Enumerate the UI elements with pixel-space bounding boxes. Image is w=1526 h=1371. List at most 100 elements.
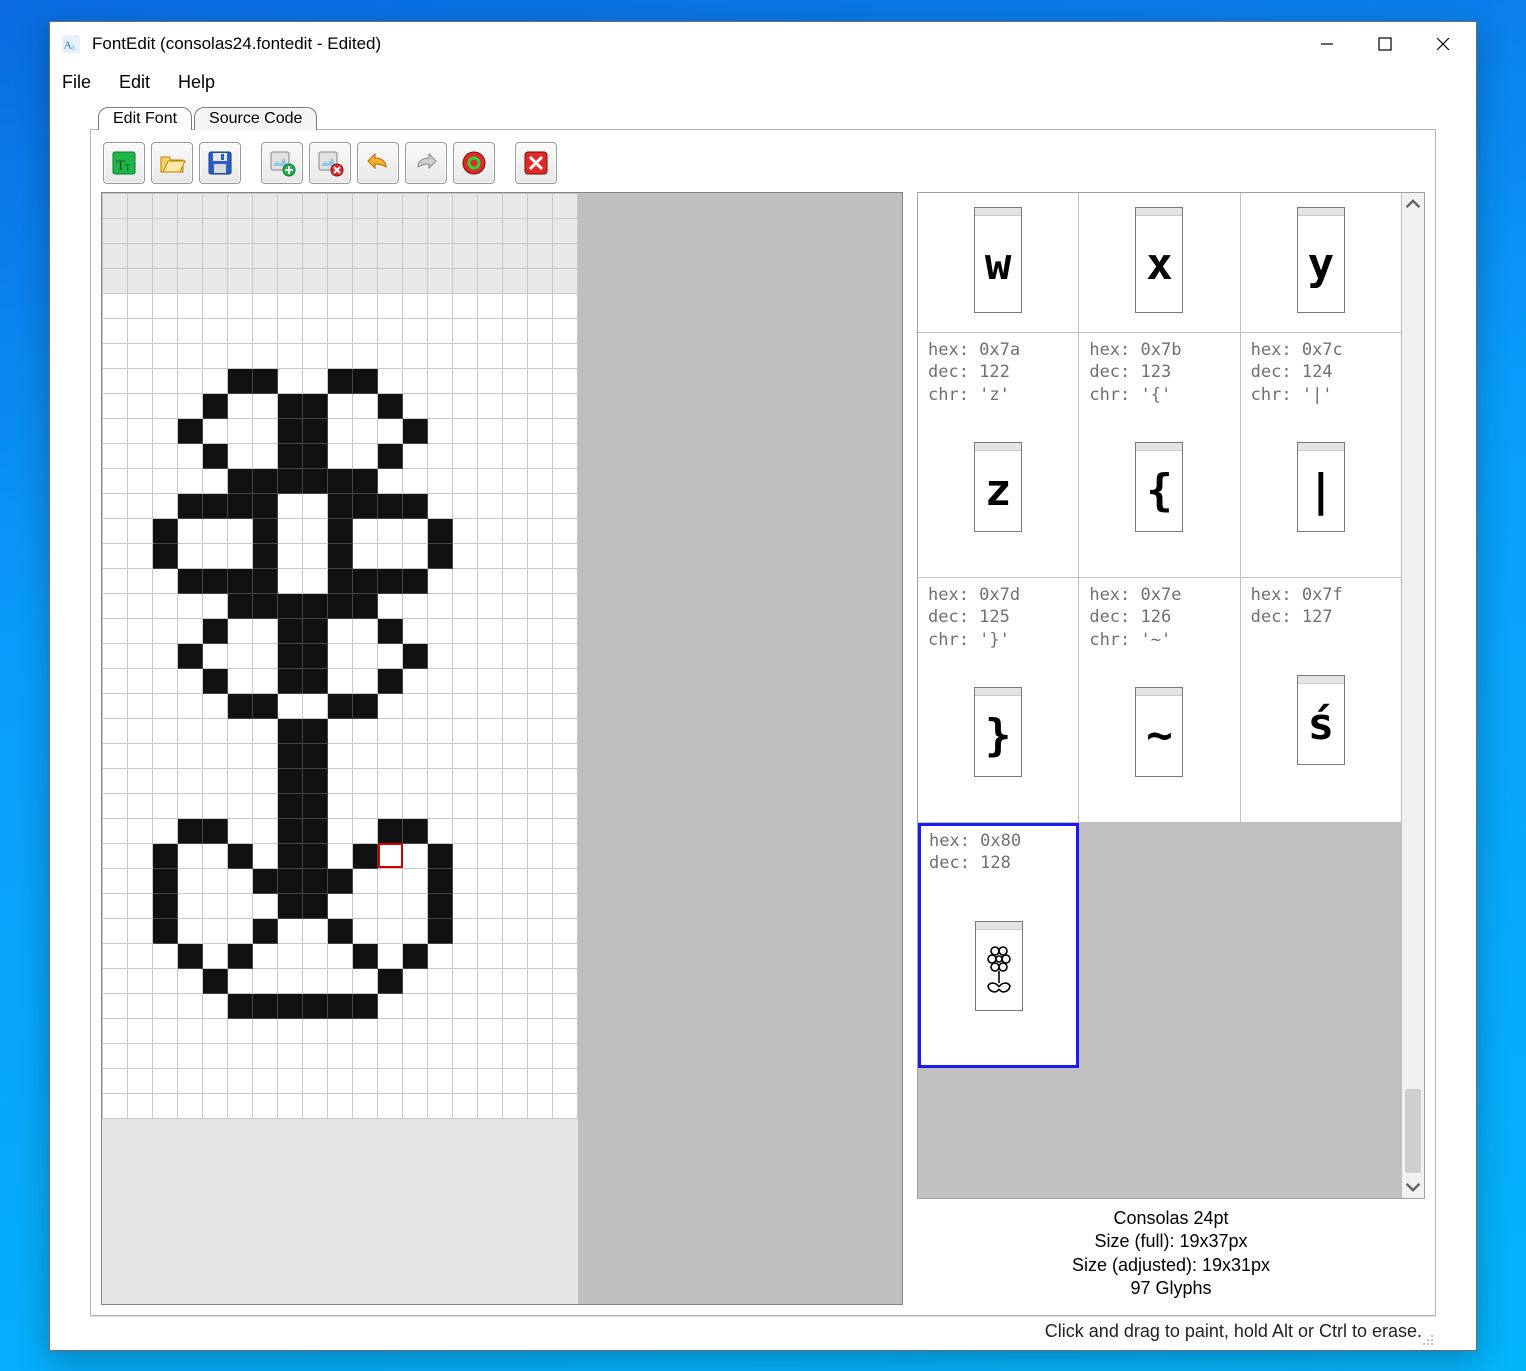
pixel-cell[interactable]: [553, 768, 578, 793]
pixel-cell[interactable]: [128, 243, 153, 268]
pixel-cell[interactable]: [403, 718, 428, 743]
pixel-cell[interactable]: [403, 343, 428, 368]
pixel-cell[interactable]: [153, 518, 178, 543]
pixel-cell[interactable]: [153, 418, 178, 443]
pixel-cell[interactable]: [553, 643, 578, 668]
pixel-cell[interactable]: [553, 1018, 578, 1043]
pixel-cell[interactable]: [253, 218, 278, 243]
pixel-cell[interactable]: [128, 943, 153, 968]
pixel-cell[interactable]: [428, 918, 453, 943]
pixel-cell[interactable]: [478, 668, 503, 693]
pixel-cell[interactable]: [478, 793, 503, 818]
pixel-cell[interactable]: [153, 843, 178, 868]
pixel-cell[interactable]: [203, 418, 228, 443]
pixel-cell[interactable]: [178, 518, 203, 543]
pixel-cell[interactable]: [478, 418, 503, 443]
pixel-cell[interactable]: [503, 193, 528, 218]
pixel-cell[interactable]: [528, 593, 553, 618]
pixel-cell[interactable]: [503, 218, 528, 243]
pixel-cell[interactable]: [228, 693, 253, 718]
pixel-cell[interactable]: [353, 543, 378, 568]
pixel-cell[interactable]: [503, 343, 528, 368]
pixel-cell[interactable]: [528, 643, 553, 668]
pixel-cell[interactable]: [528, 1043, 553, 1068]
pixel-cell[interactable]: [228, 493, 253, 518]
pixel-cell[interactable]: [553, 193, 578, 218]
pixel-cell[interactable]: [378, 393, 403, 418]
pixel-cell[interactable]: [453, 543, 478, 568]
pixel-cell[interactable]: [453, 743, 478, 768]
pixel-cell[interactable]: [128, 218, 153, 243]
pixel-cell[interactable]: [528, 543, 553, 568]
pixel-cell[interactable]: [378, 193, 403, 218]
pixel-cell[interactable]: [253, 993, 278, 1018]
pixel-cell[interactable]: [278, 318, 303, 343]
pixel-cell[interactable]: [128, 968, 153, 993]
pixel-cell[interactable]: [553, 218, 578, 243]
pixel-cell[interactable]: [453, 793, 478, 818]
pixel-cell[interactable]: [403, 793, 428, 818]
pixel-cell[interactable]: [228, 293, 253, 318]
pixel-cell[interactable]: [353, 893, 378, 918]
pixel-cell[interactable]: [428, 218, 453, 243]
pixel-cell[interactable]: [453, 943, 478, 968]
pixel-cell[interactable]: [553, 468, 578, 493]
pixel-cell[interactable]: [178, 368, 203, 393]
pixel-cell[interactable]: [353, 368, 378, 393]
pixel-cell[interactable]: [303, 943, 328, 968]
pixel-cell[interactable]: [228, 193, 253, 218]
pixel-cell[interactable]: [278, 943, 303, 968]
pixel-cell[interactable]: [128, 643, 153, 668]
pixel-cell[interactable]: [528, 893, 553, 918]
pixel-cell[interactable]: [478, 193, 503, 218]
pixel-cell[interactable]: [353, 593, 378, 618]
pixel-cell[interactable]: [503, 1068, 528, 1093]
pixel-cell[interactable]: [153, 393, 178, 418]
pixel-cell[interactable]: [503, 718, 528, 743]
pixel-cell[interactable]: [203, 468, 228, 493]
pixel-cell[interactable]: [328, 318, 353, 343]
pixel-cell[interactable]: [378, 593, 403, 618]
pixel-cell[interactable]: [503, 593, 528, 618]
pixel-cell[interactable]: [278, 293, 303, 318]
pixel-cell[interactable]: [303, 618, 328, 643]
pixel-cell[interactable]: [203, 743, 228, 768]
pixel-cell[interactable]: [453, 518, 478, 543]
pixel-cell[interactable]: [353, 643, 378, 668]
pixel-cell[interactable]: [153, 893, 178, 918]
pixel-cell[interactable]: [203, 718, 228, 743]
pixel-cell[interactable]: [403, 968, 428, 993]
pixel-cell[interactable]: [303, 443, 328, 468]
pixel-cell[interactable]: [553, 718, 578, 743]
pixel-cell[interactable]: [478, 268, 503, 293]
pixel-cell[interactable]: [478, 818, 503, 843]
pixel-cell[interactable]: [528, 418, 553, 443]
pixel-cell[interactable]: [228, 1093, 253, 1118]
pixel-cell[interactable]: [428, 568, 453, 593]
pixel-cell[interactable]: [453, 818, 478, 843]
pixel-cell[interactable]: [153, 593, 178, 618]
pixel-cell[interactable]: [278, 843, 303, 868]
pixel-cell[interactable]: [228, 343, 253, 368]
pixel-cell[interactable]: [253, 368, 278, 393]
pixel-cell[interactable]: [328, 618, 353, 643]
pixel-cell[interactable]: [428, 293, 453, 318]
pixel-cell[interactable]: [178, 268, 203, 293]
pixel-cell[interactable]: [303, 368, 328, 393]
pixel-cell[interactable]: [403, 218, 428, 243]
pixel-cell[interactable]: [403, 443, 428, 468]
pixel-cell[interactable]: [178, 993, 203, 1018]
pixel-cell[interactable]: [503, 268, 528, 293]
pixel-cell[interactable]: [503, 893, 528, 918]
pixel-cell[interactable]: [128, 1043, 153, 1068]
pixel-cell[interactable]: [428, 468, 453, 493]
pixel-cell[interactable]: [203, 518, 228, 543]
pixel-cell[interactable]: [153, 943, 178, 968]
pixel-cell[interactable]: [378, 718, 403, 743]
pixel-cell[interactable]: [528, 368, 553, 393]
pixel-cell[interactable]: [503, 793, 528, 818]
pixel-cell[interactable]: [353, 318, 378, 343]
pixel-cell[interactable]: [353, 918, 378, 943]
pixel-cell[interactable]: [253, 393, 278, 418]
pixel-cell[interactable]: [253, 1018, 278, 1043]
